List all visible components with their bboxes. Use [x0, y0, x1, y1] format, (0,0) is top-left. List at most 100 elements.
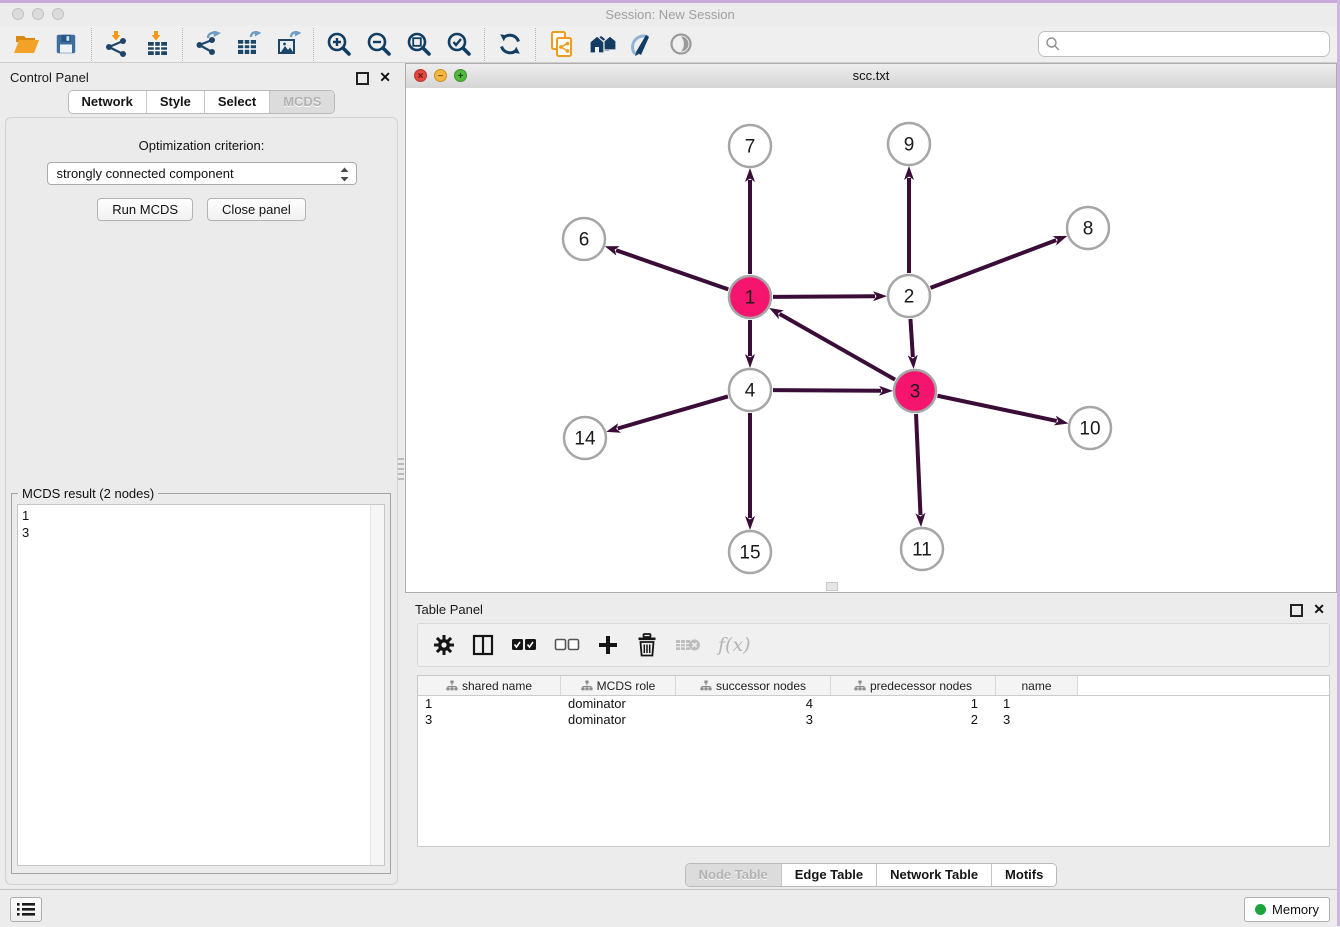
- network-window: × − + scc.txt 7 9 6 8 1 2 4 3 14 10 15 11: [405, 63, 1337, 593]
- control-panel: Control Panel ✕ NetworkStyleSelectMCDS O…: [0, 63, 403, 889]
- network-close-button[interactable]: ×: [414, 69, 427, 82]
- titlebar: Session: New Session: [0, 3, 1340, 27]
- control-panel-close-icon[interactable]: ✕: [379, 69, 391, 86]
- split-divider-grip[interactable]: [398, 455, 404, 483]
- tab-network[interactable]: Network: [69, 91, 147, 113]
- column-header-shared-name[interactable]: shared name: [418, 676, 561, 695]
- cell-MCDS-role: dominator: [561, 712, 676, 728]
- network-minimize-button[interactable]: −: [434, 69, 447, 82]
- network-canvas[interactable]: 7 9 6 8 1 2 4 3 14 10 15 11: [406, 88, 1336, 592]
- edge-3-10[interactable]: [938, 396, 1057, 421]
- search-input[interactable]: [1061, 36, 1329, 53]
- network-maximize-button[interactable]: +: [454, 69, 467, 82]
- table-settings-gear-icon[interactable]: [433, 634, 455, 656]
- optimization-criterion-label: Optimization criterion:: [6, 138, 397, 153]
- network-window-titlebar[interactable]: × − + scc.txt: [406, 64, 1336, 89]
- edge-1-6[interactable]: [616, 250, 728, 289]
- function-builder-icon-disabled: f(x): [718, 634, 751, 656]
- zoom-in-button[interactable]: [319, 28, 359, 61]
- export-network-icon: [195, 31, 221, 57]
- zoom-out-icon: [366, 31, 393, 58]
- refresh-icon: [497, 31, 523, 57]
- graph-node-15[interactable]: 15: [729, 531, 771, 573]
- zoom-selected-button[interactable]: [439, 28, 479, 61]
- table-panel-close-icon[interactable]: ✕: [1313, 601, 1325, 618]
- window-zoom-button[interactable]: [52, 8, 64, 20]
- result-scrollbar[interactable]: [370, 505, 384, 865]
- export-network-button[interactable]: [188, 28, 228, 61]
- home-layout-button[interactable]: [581, 28, 621, 61]
- table-row[interactable]: 3dominator323: [418, 712, 1329, 728]
- refresh-style-button[interactable]: [490, 28, 530, 61]
- save-session-button[interactable]: [46, 28, 86, 61]
- edge-1-2[interactable]: [773, 296, 875, 297]
- edge-2-3[interactable]: [910, 319, 912, 357]
- node-label: 15: [739, 543, 760, 564]
- cell-shared-name: 1: [418, 696, 561, 712]
- criterion-select[interactable]: strongly connected component: [47, 162, 357, 185]
- show-hide-panel-button[interactable]: [661, 28, 701, 61]
- window-minimize-button[interactable]: [32, 8, 44, 20]
- clone-network-icon: [548, 30, 575, 58]
- edge-3-11[interactable]: [916, 414, 920, 515]
- memory-button[interactable]: Memory: [1244, 897, 1330, 922]
- zoom-out-button[interactable]: [359, 28, 399, 61]
- node-label: 3: [910, 382, 921, 403]
- table-body: 1dominator4113dominator323: [418, 696, 1329, 728]
- column-header-successor-nodes[interactable]: successor nodes: [676, 676, 831, 695]
- edge-4-3[interactable]: [773, 390, 881, 391]
- cell-predecessor-nodes: 2: [831, 712, 996, 728]
- column-chooser-icon[interactable]: [472, 634, 494, 656]
- graph-node-4[interactable]: 4: [729, 369, 771, 411]
- window-close-button[interactable]: [12, 8, 24, 20]
- edge-2-8[interactable]: [931, 240, 1057, 288]
- zoom-fit-button[interactable]: [399, 28, 439, 61]
- network-resize-grip[interactable]: [826, 582, 838, 591]
- tab-select[interactable]: Select: [205, 91, 270, 113]
- delete-trash-icon[interactable]: [636, 633, 658, 657]
- graph-node-8[interactable]: 8: [1067, 207, 1109, 249]
- graph-node-6[interactable]: 6: [563, 218, 605, 260]
- graph-node-1[interactable]: 1: [729, 276, 771, 318]
- list-icon: [17, 902, 35, 917]
- tab-node-table[interactable]: Node Table: [686, 864, 782, 886]
- tab-edge-table[interactable]: Edge Table: [782, 864, 877, 886]
- style-brush-icon: [628, 31, 654, 57]
- export-table-button[interactable]: [228, 28, 268, 61]
- import-table-icon: [144, 31, 170, 57]
- tab-mcds[interactable]: MCDS: [270, 91, 334, 113]
- close-panel-button[interactable]: Close panel: [207, 198, 306, 221]
- add-column-plus-icon[interactable]: [597, 634, 619, 656]
- tab-style[interactable]: Style: [147, 91, 205, 113]
- graph-node-9[interactable]: 9: [888, 123, 930, 165]
- task-history-button[interactable]: [10, 897, 42, 922]
- mcds-result-textarea[interactable]: 1 3: [17, 504, 385, 866]
- export-image-button[interactable]: [268, 28, 308, 61]
- graph-node-2[interactable]: 2: [888, 275, 930, 317]
- tab-network-table[interactable]: Network Table: [877, 864, 992, 886]
- run-mcds-button[interactable]: Run MCDS: [97, 198, 193, 221]
- import-table-button[interactable]: [137, 28, 177, 61]
- graph-node-7[interactable]: 7: [729, 125, 771, 167]
- control-panel-float-icon[interactable]: [356, 72, 369, 85]
- import-network-button[interactable]: [97, 28, 137, 61]
- graph-node-14[interactable]: 14: [564, 417, 606, 459]
- column-header-MCDS-role[interactable]: MCDS role: [561, 676, 676, 695]
- tab-motifs[interactable]: Motifs: [992, 864, 1056, 886]
- edge-4-14[interactable]: [618, 396, 728, 428]
- mcds-result-group: MCDS result (2 nodes) 1 3: [11, 493, 391, 874]
- edge-3-1[interactable]: [780, 314, 895, 380]
- open-session-button[interactable]: [6, 28, 46, 61]
- graph-node-10[interactable]: 10: [1069, 407, 1111, 449]
- node-label: 7: [745, 137, 756, 158]
- table-row[interactable]: 1dominator411: [418, 696, 1329, 712]
- select-all-columns-icon[interactable]: [511, 638, 537, 652]
- unselect-all-columns-icon[interactable]: [554, 638, 580, 652]
- graph-node-3[interactable]: 3: [894, 370, 936, 412]
- apply-style-button[interactable]: [621, 28, 661, 61]
- column-header-predecessor-nodes[interactable]: predecessor nodes: [831, 676, 996, 695]
- clone-network-button[interactable]: [541, 28, 581, 61]
- table-panel-float-icon[interactable]: [1290, 604, 1303, 617]
- graph-node-11[interactable]: 11: [901, 528, 943, 570]
- column-header-name[interactable]: name: [996, 676, 1078, 695]
